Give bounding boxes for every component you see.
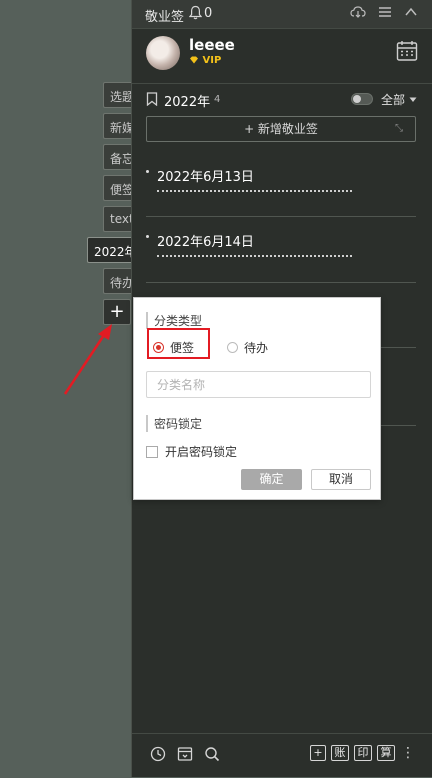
- account-button[interactable]: 账: [331, 745, 349, 761]
- note-separator: [146, 282, 416, 283]
- chevron-up-icon[interactable]: [404, 5, 418, 19]
- category-type-title: 分类类型: [146, 312, 202, 329]
- search-icon[interactable]: [204, 746, 220, 762]
- note-date: 2022年6月14日: [157, 235, 254, 250]
- bell-icon[interactable]: [189, 5, 202, 20]
- bottom-toolbar: + 账 印 算 ⋮: [132, 733, 432, 778]
- add-note-label: + 新增敬业签: [244, 122, 318, 136]
- radio-note-indicator[interactable]: [153, 342, 164, 353]
- vip-label: VIP: [202, 55, 222, 66]
- enable-lock-checkbox[interactable]: [146, 445, 158, 458]
- filter-label: 全部: [381, 93, 406, 107]
- enable-lock-label: 开启密码锁定: [165, 445, 238, 459]
- divider: [132, 83, 432, 84]
- group-title: 2022年: [164, 95, 211, 110]
- profile-section: leeee VIP: [132, 28, 432, 84]
- notification-count: 0: [204, 6, 213, 21]
- note-date: 2022年6月13日: [157, 170, 254, 185]
- group-header: 2022年 4 全部: [132, 89, 432, 111]
- calculator-button[interactable]: 算: [377, 745, 395, 761]
- add-note-button[interactable]: + 新增敬业签 ⤡: [146, 116, 416, 142]
- diamond-icon: [190, 56, 198, 64]
- cancel-button[interactable]: 取消: [311, 469, 371, 490]
- vip-badge: VIP: [189, 55, 221, 66]
- side-tab-active[interactable]: 2022年: [87, 237, 137, 263]
- note-bullet: [146, 170, 149, 173]
- group-count: 4: [214, 94, 221, 105]
- avatar[interactable]: [146, 36, 180, 70]
- radio-todo[interactable]: 待办: [227, 339, 268, 356]
- radio-note[interactable]: 便签: [153, 339, 194, 356]
- add-note-small-button[interactable]: +: [310, 745, 326, 761]
- category-name-input[interactable]: [146, 371, 371, 398]
- menu-icon[interactable]: [378, 5, 392, 19]
- filter-dropdown[interactable]: 全部: [381, 91, 417, 108]
- note-content-preview: [157, 190, 352, 192]
- cloud-sync-icon[interactable]: [350, 5, 366, 19]
- app-title: 敬业签: [145, 10, 185, 25]
- resize-icon: ⤡: [395, 123, 403, 134]
- username: leeee: [189, 36, 235, 54]
- print-button[interactable]: 印: [354, 745, 372, 761]
- caret-down-icon: [409, 97, 417, 102]
- title-bar: 敬业签 0: [132, 0, 432, 29]
- confirm-button[interactable]: 确定: [241, 469, 302, 490]
- clock-icon[interactable]: [150, 746, 166, 762]
- note-bullet: [146, 235, 149, 238]
- enable-lock-option[interactable]: 开启密码锁定: [146, 443, 237, 460]
- note-content-preview: [157, 255, 352, 257]
- more-icon[interactable]: ⋮: [401, 745, 415, 761]
- note-separator: [146, 216, 416, 217]
- bookmark-icon: [146, 92, 158, 106]
- radio-note-label: 便签: [170, 341, 195, 355]
- radio-todo-label: 待办: [244, 341, 269, 355]
- group-toggle[interactable]: [351, 93, 373, 105]
- annotation-arrow: [63, 324, 112, 395]
- archive-icon[interactable]: [177, 746, 193, 762]
- radio-todo-indicator[interactable]: [227, 342, 238, 353]
- password-lock-title: 密码锁定: [146, 415, 202, 432]
- calendar-icon[interactable]: [396, 40, 418, 62]
- new-category-dialog: 分类类型 便签 待办 密码锁定 开启密码锁定 确定 取消: [133, 297, 381, 500]
